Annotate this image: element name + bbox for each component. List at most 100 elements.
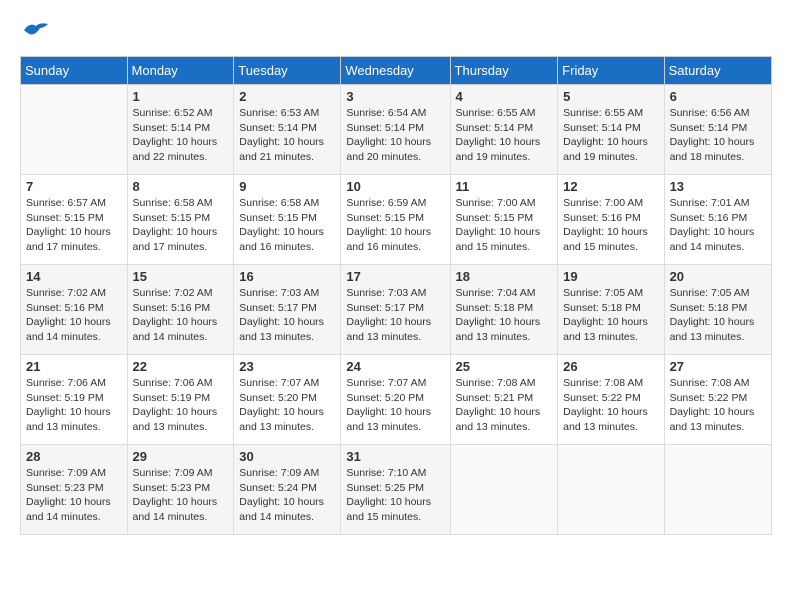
day-number: 18 (456, 269, 553, 284)
day-number: 7 (26, 179, 122, 194)
calendar-header-row: SundayMondayTuesdayWednesdayThursdayFrid… (21, 57, 772, 85)
calendar-cell: 26 Sunrise: 7:08 AM Sunset: 5:22 PM Dayli… (558, 355, 664, 445)
calendar-week-row: 7 Sunrise: 6:57 AM Sunset: 5:15 PM Daylig… (21, 175, 772, 265)
calendar-cell: 15Sunrise: 7:02 AM Sunset: 5:16 PM Dayli… (127, 265, 234, 355)
day-number: 3 (346, 89, 444, 104)
day-number: 30 (239, 449, 335, 464)
calendar-cell: 7 Sunrise: 6:57 AM Sunset: 5:15 PM Daylig… (21, 175, 128, 265)
day-number: 28 (26, 449, 122, 464)
day-number: 9 (239, 179, 335, 194)
day-of-week-sunday: Sunday (21, 57, 128, 85)
day-number: 25 (456, 359, 553, 374)
calendar-cell: 6 Sunrise: 6:56 AM Sunset: 5:14 PM Daylig… (664, 85, 771, 175)
calendar-week-row: 14 Sunrise: 7:02 AM Sunset: 5:16 PM Dayli… (21, 265, 772, 355)
calendar-cell: 14 Sunrise: 7:02 AM Sunset: 5:16 PM Dayli… (21, 265, 128, 355)
day-number: 8 (133, 179, 229, 194)
calendar-cell: 12 Sunrise: 7:00 AM Sunset: 5:16 PM Dayli… (558, 175, 664, 265)
calendar-cell: 10 Sunrise: 6:59 AM Sunset: 5:15 PM Dayli… (341, 175, 450, 265)
day-number: 31 (346, 449, 444, 464)
calendar-week-row: 21 Sunrise: 7:06 AM Sunset: 5:19 PM Dayli… (21, 355, 772, 445)
day-info: Sunrise: 7:00 AM Sunset: 5:15 PM Dayligh… (456, 196, 553, 255)
day-number: 23 (239, 359, 335, 374)
day-number: 12 (563, 179, 658, 194)
day-info: Sunrise: 7:03 AM Sunset: 5:17 PM Dayligh… (346, 286, 444, 345)
calendar-cell: 31 Sunrise: 7:10 AM Sunset: 5:25 PM Dayli… (341, 445, 450, 535)
day-number: 17 (346, 269, 444, 284)
calendar-cell: 13 Sunrise: 7:01 AM Sunset: 5:16 PM Dayli… (664, 175, 771, 265)
day-number: 16 (239, 269, 335, 284)
calendar-cell: 1 Sunrise: 6:52 AM Sunset: 5:14 PM Daylig… (127, 85, 234, 175)
day-info: Sunrise: 7:06 AM Sunset: 5:19 PM Dayligh… (133, 376, 229, 435)
day-of-week-thursday: Thursday (450, 57, 558, 85)
day-info: Sunrise: 7:09 AM Sunset: 5:23 PM Dayligh… (26, 466, 122, 525)
day-info: Sunrise: 7:04 AM Sunset: 5:18 PM Dayligh… (456, 286, 553, 345)
day-info: Sunrise: 7:02 AM Sunset: 5:16 PM Dayligh… (133, 286, 229, 345)
day-number: 19 (563, 269, 658, 284)
day-info: Sunrise: 6:52 AM Sunset: 5:14 PM Dayligh… (133, 106, 229, 165)
day-info: Sunrise: 6:53 AM Sunset: 5:14 PM Dayligh… (239, 106, 335, 165)
calendar-week-row: 1 Sunrise: 6:52 AM Sunset: 5:14 PM Daylig… (21, 85, 772, 175)
calendar-cell (558, 445, 664, 535)
day-info: Sunrise: 6:57 AM Sunset: 5:15 PM Dayligh… (26, 196, 122, 255)
day-number: 24 (346, 359, 444, 374)
calendar-cell: 30 Sunrise: 7:09 AM Sunset: 5:24 PM Dayli… (234, 445, 341, 535)
day-of-week-monday: Monday (127, 57, 234, 85)
day-info: Sunrise: 6:54 AM Sunset: 5:14 PM Dayligh… (346, 106, 444, 165)
day-info: Sunrise: 7:03 AM Sunset: 5:17 PM Dayligh… (239, 286, 335, 345)
calendar-cell: 8Sunrise: 6:58 AM Sunset: 5:15 PM Daylig… (127, 175, 234, 265)
day-number: 22 (133, 359, 229, 374)
calendar-cell: 3 Sunrise: 6:54 AM Sunset: 5:14 PM Daylig… (341, 85, 450, 175)
day-info: Sunrise: 7:07 AM Sunset: 5:20 PM Dayligh… (239, 376, 335, 435)
calendar-table: SundayMondayTuesdayWednesdayThursdayFrid… (20, 56, 772, 535)
day-number: 20 (670, 269, 766, 284)
calendar-cell (664, 445, 771, 535)
calendar-cell: 11 Sunrise: 7:00 AM Sunset: 5:15 PM Dayli… (450, 175, 558, 265)
calendar-cell: 4Sunrise: 6:55 AM Sunset: 5:14 PM Daylig… (450, 85, 558, 175)
calendar-cell: 27 Sunrise: 7:08 AM Sunset: 5:22 PM Dayli… (664, 355, 771, 445)
day-info: Sunrise: 6:59 AM Sunset: 5:15 PM Dayligh… (346, 196, 444, 255)
day-number: 29 (133, 449, 229, 464)
calendar-cell: 29Sunrise: 7:09 AM Sunset: 5:23 PM Dayli… (127, 445, 234, 535)
day-info: Sunrise: 7:08 AM Sunset: 5:22 PM Dayligh… (563, 376, 658, 435)
day-number: 11 (456, 179, 553, 194)
day-info: Sunrise: 6:55 AM Sunset: 5:14 PM Dayligh… (456, 106, 553, 165)
day-info: Sunrise: 7:09 AM Sunset: 5:24 PM Dayligh… (239, 466, 335, 525)
page-header (20, 20, 772, 40)
day-info: Sunrise: 7:08 AM Sunset: 5:21 PM Dayligh… (456, 376, 553, 435)
day-info: Sunrise: 7:08 AM Sunset: 5:22 PM Dayligh… (670, 376, 766, 435)
day-info: Sunrise: 7:02 AM Sunset: 5:16 PM Dayligh… (26, 286, 122, 345)
day-number: 27 (670, 359, 766, 374)
logo (20, 20, 50, 40)
day-info: Sunrise: 7:06 AM Sunset: 5:19 PM Dayligh… (26, 376, 122, 435)
logo-bird-icon (22, 20, 50, 40)
calendar-cell (450, 445, 558, 535)
calendar-cell: 22 Sunrise: 7:06 AM Sunset: 5:19 PM Dayli… (127, 355, 234, 445)
calendar-cell: 20 Sunrise: 7:05 AM Sunset: 5:18 PM Dayli… (664, 265, 771, 355)
calendar-cell: 21 Sunrise: 7:06 AM Sunset: 5:19 PM Dayli… (21, 355, 128, 445)
day-number: 21 (26, 359, 122, 374)
day-info: Sunrise: 6:58 AM Sunset: 5:15 PM Dayligh… (239, 196, 335, 255)
calendar-cell: 28 Sunrise: 7:09 AM Sunset: 5:23 PM Dayli… (21, 445, 128, 535)
day-number: 6 (670, 89, 766, 104)
day-info: Sunrise: 7:05 AM Sunset: 5:18 PM Dayligh… (670, 286, 766, 345)
day-number: 10 (346, 179, 444, 194)
day-info: Sunrise: 6:56 AM Sunset: 5:14 PM Dayligh… (670, 106, 766, 165)
day-info: Sunrise: 7:01 AM Sunset: 5:16 PM Dayligh… (670, 196, 766, 255)
calendar-cell: 24Sunrise: 7:07 AM Sunset: 5:20 PM Dayli… (341, 355, 450, 445)
day-number: 1 (133, 89, 229, 104)
calendar-cell: 23 Sunrise: 7:07 AM Sunset: 5:20 PM Dayli… (234, 355, 341, 445)
day-number: 2 (239, 89, 335, 104)
calendar-cell: 2 Sunrise: 6:53 AM Sunset: 5:14 PM Daylig… (234, 85, 341, 175)
day-number: 26 (563, 359, 658, 374)
calendar-cell: 17 Sunrise: 7:03 AM Sunset: 5:17 PM Dayli… (341, 265, 450, 355)
calendar-cell: 25 Sunrise: 7:08 AM Sunset: 5:21 PM Dayli… (450, 355, 558, 445)
day-info: Sunrise: 7:05 AM Sunset: 5:18 PM Dayligh… (563, 286, 658, 345)
day-info: Sunrise: 7:10 AM Sunset: 5:25 PM Dayligh… (346, 466, 444, 525)
day-of-week-tuesday: Tuesday (234, 57, 341, 85)
calendar-cell (21, 85, 128, 175)
day-info: Sunrise: 7:00 AM Sunset: 5:16 PM Dayligh… (563, 196, 658, 255)
calendar-cell: 19 Sunrise: 7:05 AM Sunset: 5:18 PM Dayli… (558, 265, 664, 355)
calendar-cell: 18 Sunrise: 7:04 AM Sunset: 5:18 PM Dayli… (450, 265, 558, 355)
day-number: 13 (670, 179, 766, 194)
day-number: 14 (26, 269, 122, 284)
